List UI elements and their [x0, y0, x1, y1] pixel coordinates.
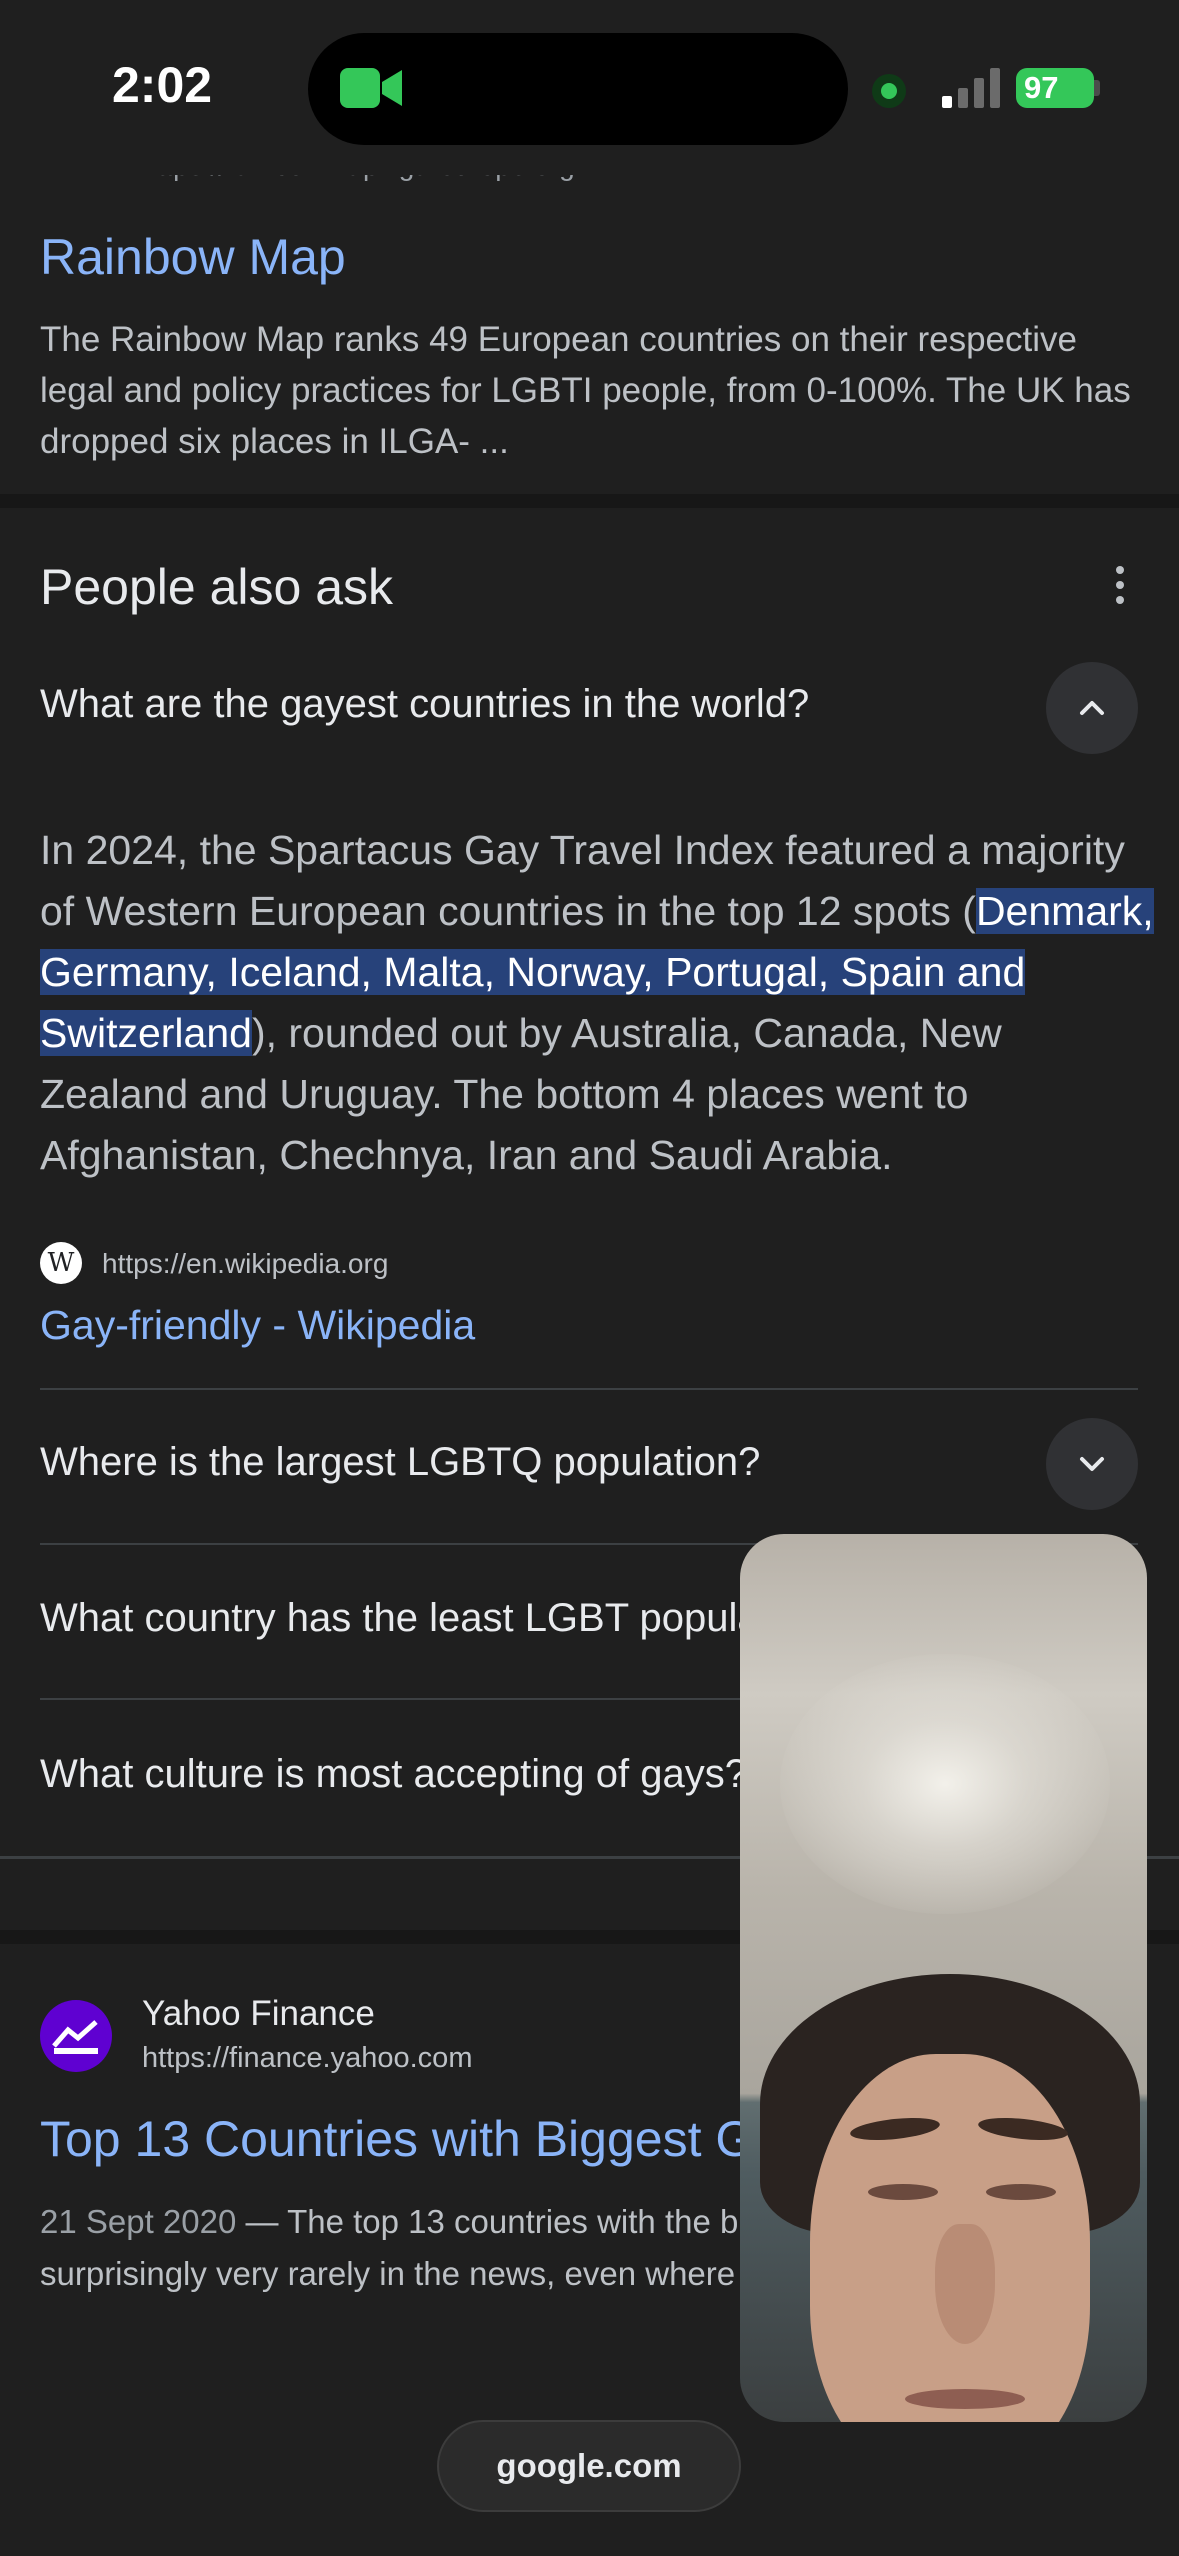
- question-2[interactable]: Where is the largest LGBTQ population?: [40, 1440, 760, 1485]
- cellular-signal-icon: [942, 68, 1000, 108]
- address-bar[interactable]: google.com: [437, 2420, 741, 2512]
- status-time: 2:02: [112, 57, 213, 113]
- answer-text-before: In 2024, the Spartacus Gay Travel Index …: [40, 827, 1125, 934]
- more-options-icon[interactable]: [1108, 566, 1132, 606]
- answer-text: In 2024, the Spartacus Gay Travel Index …: [40, 820, 1160, 1186]
- battery-tip: [1094, 80, 1100, 96]
- status-bar: 2:02 97: [0, 0, 1179, 175]
- result-date: 21 Sept 2020: [40, 2203, 237, 2240]
- section-divider: [0, 494, 1179, 508]
- facetime-camera-icon: [340, 68, 402, 108]
- source-title-link[interactable]: Gay-friendly - Wikipedia: [40, 1302, 475, 1349]
- expand-button[interactable]: [1046, 1418, 1138, 1510]
- result-snippet: The Rainbow Map ranks 49 European countr…: [40, 320, 1131, 461]
- camera-in-use-indicator: [872, 74, 906, 108]
- question-4[interactable]: What culture is most accepting of gays?: [40, 1752, 747, 1797]
- facetime-pip-video[interactable]: [740, 1534, 1147, 2422]
- question-1[interactable]: What are the gayest countries in the wor…: [40, 682, 809, 727]
- battery-indicator: 97: [1016, 68, 1094, 108]
- result-site-name: Yahoo Finance: [142, 1994, 375, 2033]
- source-url: https://en.wikipedia.org: [102, 1248, 389, 1279]
- question-3[interactable]: What country has the least LGBT populati…: [40, 1596, 846, 1641]
- chevron-down-icon: [1080, 1457, 1104, 1471]
- result-url: https://finance.yahoo.com: [142, 2042, 473, 2074]
- wikipedia-icon: W: [40, 1242, 82, 1284]
- chevron-up-icon: [1080, 701, 1104, 715]
- battery-level: 97: [1024, 70, 1059, 105]
- people-also-ask-heading: People also ask: [40, 559, 394, 615]
- result-title-link[interactable]: Rainbow Map: [40, 228, 346, 286]
- collapse-button[interactable]: [1046, 662, 1138, 754]
- divider: [40, 1388, 1138, 1390]
- yahoo-finance-icon: [40, 2000, 112, 2072]
